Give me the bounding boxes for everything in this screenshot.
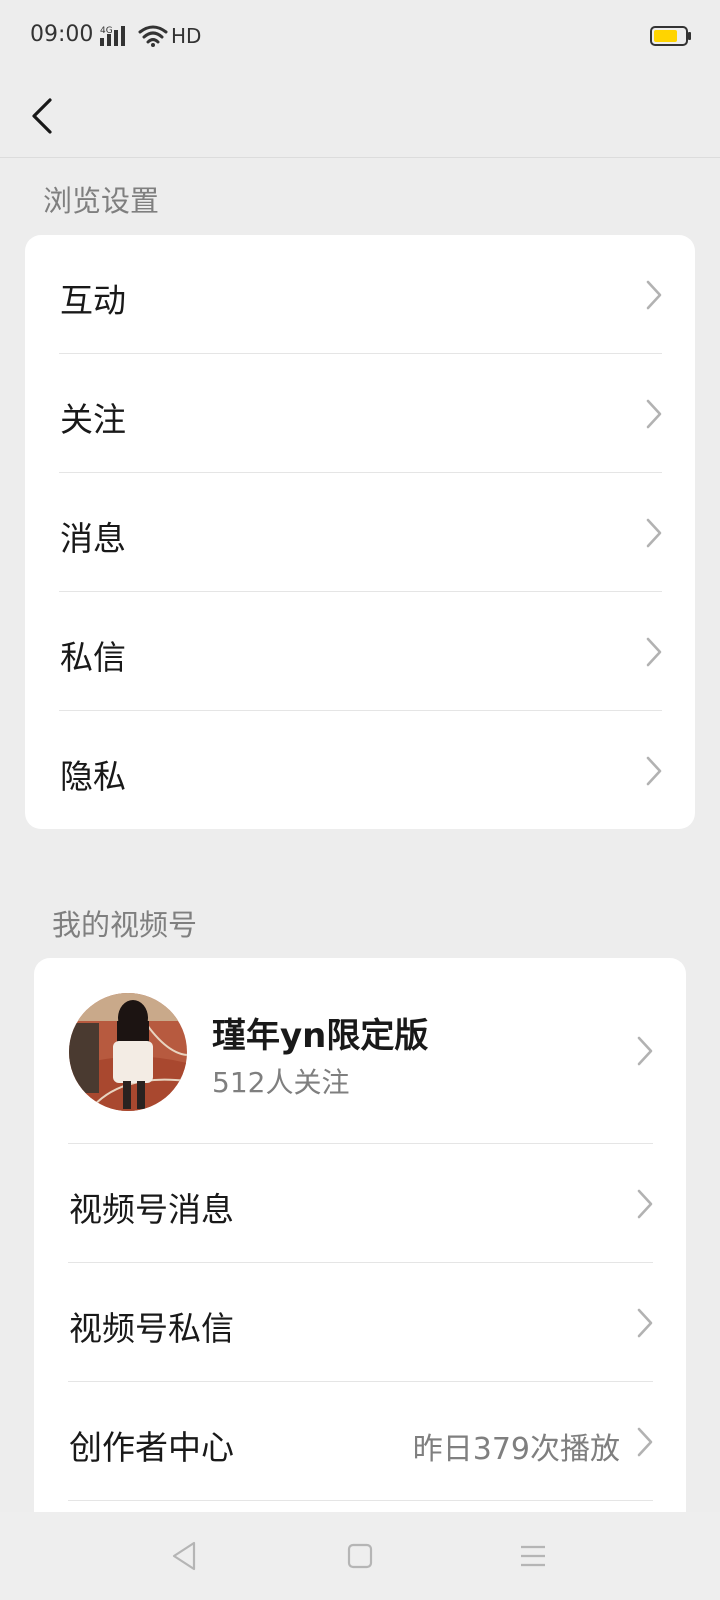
screen: 09:00 4G HD 浏览设置 互动 关注 消息 私信 隐私 我的视频号 瑾年… bbox=[0, 0, 720, 1600]
row-label: 私信 bbox=[60, 638, 126, 677]
settings-row-messages[interactable]: 消息 bbox=[25, 473, 695, 592]
channel-name: 瑾年yn限定版 bbox=[212, 1016, 429, 1056]
row-label: 互动 bbox=[60, 281, 126, 320]
battery-icon bbox=[650, 26, 691, 46]
channel-row-direct-messages[interactable]: 视频号私信 bbox=[34, 1263, 686, 1382]
channel-followers: 512人关注 bbox=[212, 1066, 350, 1099]
cellular-signal-icon: 4G bbox=[100, 26, 125, 46]
row-label: 消息 bbox=[60, 519, 126, 558]
avatar-image bbox=[69, 993, 187, 1111]
row-label: 创作者中心 bbox=[69, 1428, 234, 1467]
section-title-browse-settings: 浏览设置 bbox=[43, 184, 160, 218]
battery-fill bbox=[654, 30, 677, 42]
chevron-right-icon bbox=[646, 518, 662, 548]
back-triangle-icon bbox=[172, 1541, 196, 1571]
row-label: 视频号消息 bbox=[69, 1190, 234, 1229]
nav-home-button[interactable] bbox=[342, 1538, 378, 1574]
nav-menu-button[interactable] bbox=[515, 1538, 551, 1574]
settings-row-interaction[interactable]: 互动 bbox=[25, 235, 695, 354]
chevron-right-icon bbox=[637, 1427, 653, 1457]
header-bar bbox=[0, 72, 720, 158]
my-channel-card: 瑾年yn限定版 512人关注 视频号消息 视频号私信 创作者中心 昨日379次播… bbox=[34, 958, 686, 1600]
avatar bbox=[69, 993, 187, 1111]
status-time: 09:00 bbox=[30, 22, 94, 47]
nav-back-button[interactable] bbox=[168, 1538, 204, 1574]
menu-lines-icon bbox=[521, 1545, 545, 1567]
chevron-right-icon bbox=[646, 399, 662, 429]
chevron-right-icon bbox=[646, 637, 662, 667]
status-bar: 09:00 4G HD bbox=[0, 0, 720, 72]
chevron-right-icon bbox=[646, 280, 662, 310]
browse-settings-card: 互动 关注 消息 私信 隐私 bbox=[25, 235, 695, 829]
channel-row-messages[interactable]: 视频号消息 bbox=[34, 1144, 686, 1263]
chevron-right-icon bbox=[646, 756, 662, 786]
channel-row-creator-center[interactable]: 创作者中心 昨日379次播放 bbox=[34, 1382, 686, 1501]
settings-row-privacy[interactable]: 隐私 bbox=[25, 711, 695, 830]
home-square-icon bbox=[347, 1543, 373, 1569]
row-label: 关注 bbox=[60, 400, 126, 439]
chevron-right-icon bbox=[637, 1189, 653, 1219]
wifi-icon bbox=[138, 25, 168, 47]
back-button[interactable] bbox=[22, 84, 82, 146]
chevron-right-icon bbox=[637, 1308, 653, 1338]
settings-row-direct-messages[interactable]: 私信 bbox=[25, 592, 695, 711]
system-nav-bar bbox=[0, 1512, 720, 1600]
chevron-right-icon bbox=[637, 1036, 653, 1066]
channel-profile-row[interactable]: 瑾年yn限定版 512人关注 bbox=[34, 958, 686, 1144]
chevron-left-icon bbox=[32, 98, 52, 134]
row-label: 视频号私信 bbox=[69, 1309, 234, 1348]
creator-center-stats: 昨日379次播放 bbox=[412, 1432, 620, 1467]
hd-label: HD bbox=[171, 24, 202, 48]
row-divider bbox=[68, 1500, 653, 1501]
section-title-my-channel: 我的视频号 bbox=[52, 908, 198, 942]
row-label: 隐私 bbox=[60, 757, 126, 796]
settings-row-follow[interactable]: 关注 bbox=[25, 354, 695, 473]
